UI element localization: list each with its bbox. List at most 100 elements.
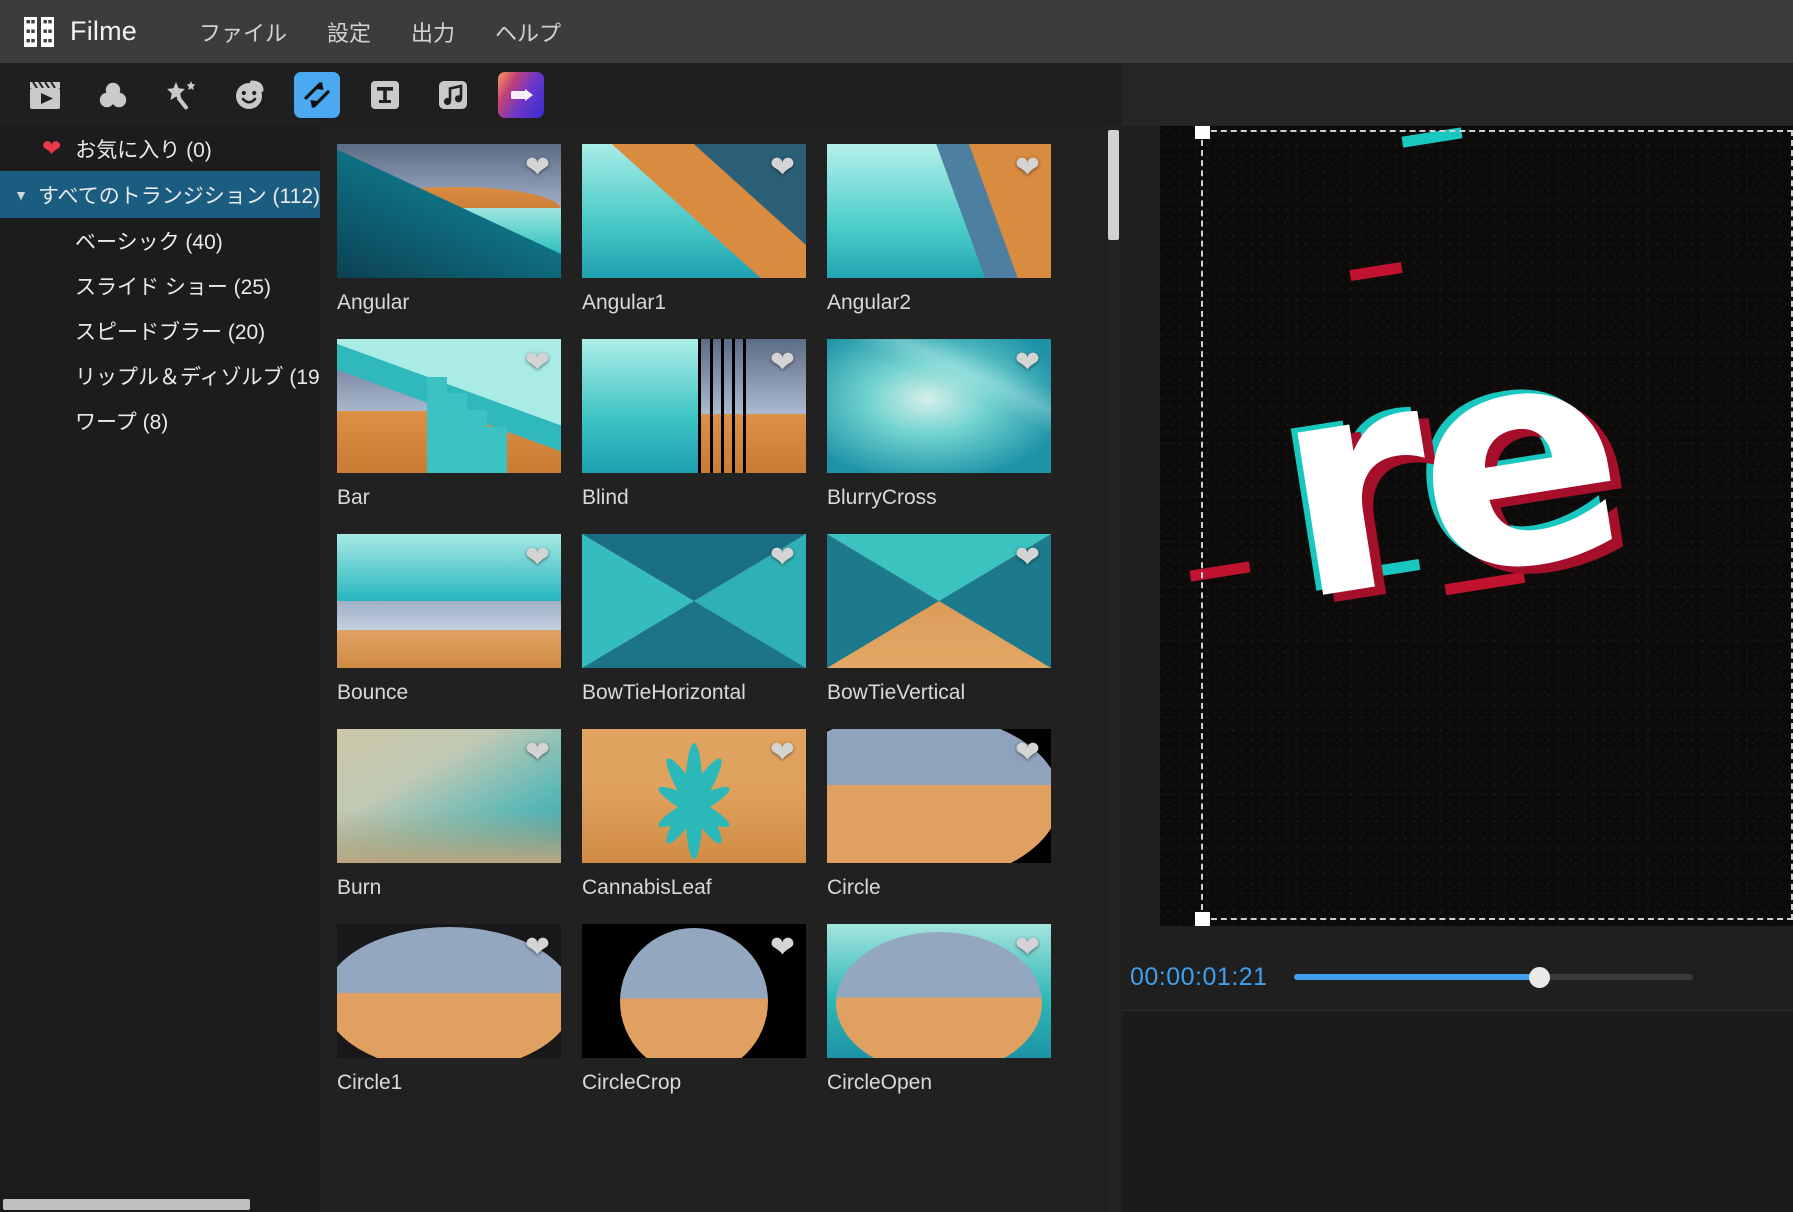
- heart-icon[interactable]: ❤: [1015, 348, 1040, 378]
- transition-label: Burn: [337, 876, 382, 899]
- transition-card[interactable]: ❤ Burn: [337, 729, 582, 900]
- title-bar: Filme ファイル 設定 出力 ヘルプ: [0, 0, 1793, 63]
- transition-thumbnail[interactable]: ❤: [337, 729, 561, 863]
- transition-card[interactable]: ❤ CannabisLeaf: [582, 729, 827, 900]
- video-preview-stage[interactable]: re: [1160, 126, 1793, 926]
- transition-thumbnail[interactable]: ❤: [582, 339, 806, 473]
- transition-thumbnail[interactable]: ❤: [827, 534, 1051, 668]
- transition-label: BowTieHorizontal: [582, 681, 746, 704]
- magic-wand-effects-icon[interactable]: [158, 72, 204, 118]
- transition-thumbnail[interactable]: ❤: [337, 144, 561, 278]
- color-circles-filter-icon[interactable]: [90, 72, 136, 118]
- sidebar-item-favorites[interactable]: ❤ お気に入り (0): [0, 126, 320, 171]
- sidebar-item-label: すべてのトランジション (112): [38, 184, 320, 208]
- text-title-icon[interactable]: [362, 72, 408, 118]
- sidebar-item-label: リップル＆ディゾルブ (19): [75, 365, 327, 389]
- menu-file[interactable]: ファイル: [199, 16, 287, 48]
- transition-thumbnail[interactable]: ❤: [337, 534, 561, 668]
- sidebar-item-slideshow[interactable]: スライド ショー (25): [0, 263, 320, 308]
- sidebar-item-speedblur[interactable]: スピードブラー (20): [0, 308, 320, 353]
- sidebar-item-basic[interactable]: ベーシック (40): [0, 218, 320, 263]
- transition-label: BlurryCross: [827, 486, 937, 509]
- transition-label: Angular1: [582, 291, 667, 314]
- transition-library-panel: ❤ Angular ❤ Angular1 ❤ Angular2 ❤ Bar ❤ …: [320, 126, 1122, 1212]
- heart-icon[interactable]: ❤: [525, 933, 550, 963]
- menu-help[interactable]: ヘルプ: [495, 16, 561, 48]
- slider-fill: [1293, 974, 1537, 980]
- library-scrollbar-thumb[interactable]: [1108, 130, 1119, 240]
- chevron-down-icon[interactable]: ▼: [8, 187, 34, 203]
- transition-label: Circle: [827, 876, 881, 899]
- video-title-text: re: [1254, 272, 1637, 669]
- tool-strip: [0, 63, 1122, 126]
- transition-card[interactable]: ❤ Bounce: [337, 534, 582, 705]
- transition-thumbnail[interactable]: ❤: [827, 144, 1051, 278]
- heart-icon[interactable]: ❤: [525, 348, 550, 378]
- playback-slider[interactable]: [1293, 964, 1693, 990]
- transition-thumbnail[interactable]: ❤: [582, 534, 806, 668]
- heart-icon[interactable]: ❤: [770, 543, 795, 573]
- transition-card[interactable]: ❤ BowTieVertical: [827, 534, 1072, 705]
- heart-icon[interactable]: ❤: [1015, 153, 1040, 183]
- sidebar-hscrollbar-thumb[interactable]: [3, 1199, 250, 1210]
- transition-card[interactable]: ❤ CircleOpen: [827, 924, 1072, 1095]
- transition-thumbnail[interactable]: ❤: [582, 144, 806, 278]
- transition-label: CircleCrop: [582, 1071, 682, 1094]
- music-note-audio-icon[interactable]: [430, 72, 476, 118]
- transition-card[interactable]: ❤ BlurryCross: [827, 339, 1072, 510]
- slider-knob[interactable]: [1528, 967, 1550, 988]
- gradient-template-icon[interactable]: [498, 71, 544, 118]
- transition-card[interactable]: ❤ Blind: [582, 339, 827, 510]
- sidebar-item-label: お気に入り (0): [75, 138, 212, 162]
- transition-arrows-icon[interactable]: [294, 71, 340, 118]
- main-menu: ファイル 設定 出力 ヘルプ: [199, 16, 561, 48]
- transition-label: Bar: [337, 486, 370, 509]
- sidebar-item-label: ワープ (8): [75, 410, 169, 434]
- transition-card[interactable]: ❤ Angular: [337, 144, 582, 315]
- sidebar-item-ripple-dissolve[interactable]: リップル＆ディゾルブ (19): [0, 353, 327, 398]
- sidebar-item-all-transitions[interactable]: ▼ すべてのトランジション (112): [0, 171, 320, 218]
- transition-card[interactable]: ❤ Circle: [827, 729, 1072, 900]
- menu-settings[interactable]: 設定: [327, 16, 371, 48]
- transition-card[interactable]: ❤ BowTieHorizontal: [582, 534, 827, 705]
- heart-icon[interactable]: ❤: [525, 153, 550, 183]
- playback-timebar: 00:00:01:21: [1122, 944, 1793, 1010]
- transition-card[interactable]: ❤ Bar: [337, 339, 582, 510]
- sidebar-item-warp[interactable]: ワープ (8): [0, 398, 320, 443]
- heart-icon[interactable]: ❤: [770, 153, 795, 183]
- menu-export[interactable]: 出力: [411, 16, 455, 48]
- transition-thumbnail[interactable]: ❤: [582, 924, 806, 1058]
- heart-icon[interactable]: ❤: [1015, 738, 1040, 768]
- heart-icon: ❤: [42, 135, 62, 161]
- transition-card[interactable]: ❤ Circle1: [337, 924, 582, 1095]
- heart-icon[interactable]: ❤: [525, 738, 550, 768]
- selection-handle-bottom-left[interactable]: [1195, 912, 1210, 926]
- transition-label: Angular: [337, 291, 410, 314]
- heart-icon[interactable]: ❤: [525, 543, 550, 573]
- app-brand: Filme: [24, 16, 137, 47]
- heart-icon[interactable]: ❤: [1015, 933, 1040, 963]
- heart-icon[interactable]: ❤: [1015, 543, 1040, 573]
- heart-icon[interactable]: ❤: [770, 348, 795, 378]
- heart-icon[interactable]: ❤: [770, 933, 795, 963]
- sidebar-item-label: スライド ショー (25): [75, 275, 272, 299]
- transition-thumbnail[interactable]: ❤: [337, 924, 561, 1058]
- heart-icon[interactable]: ❤: [770, 738, 795, 768]
- transition-card[interactable]: ❤ Angular1: [582, 144, 827, 315]
- library-scrollbar-track[interactable]: [1108, 126, 1119, 1212]
- transition-card[interactable]: ❤ CircleCrop: [582, 924, 827, 1095]
- transition-thumbnail[interactable]: ❤: [827, 339, 1051, 473]
- filme-app-window: Filme ファイル 設定 出力 ヘルプ ❤ お気に入り (0) ▼ すべてのト…: [0, 0, 1793, 1212]
- transition-label: BowTieVertical: [827, 681, 966, 704]
- transition-thumbnail[interactable]: ❤: [827, 729, 1051, 863]
- transition-card[interactable]: ❤ Angular2: [827, 144, 1072, 315]
- current-timecode: 00:00:01:21: [1130, 962, 1268, 991]
- preview-panel: re 00:00:01:21: [1122, 126, 1793, 1212]
- selection-handle-top-left[interactable]: [1195, 126, 1210, 139]
- transition-label: Blind: [582, 486, 629, 509]
- smiley-sticker-icon[interactable]: [226, 72, 272, 118]
- transition-thumbnail[interactable]: ❤: [827, 924, 1051, 1058]
- transition-thumbnail[interactable]: ❤: [337, 339, 561, 473]
- clapperboard-media-icon[interactable]: [22, 72, 68, 118]
- transition-thumbnail[interactable]: ❤: [582, 729, 806, 863]
